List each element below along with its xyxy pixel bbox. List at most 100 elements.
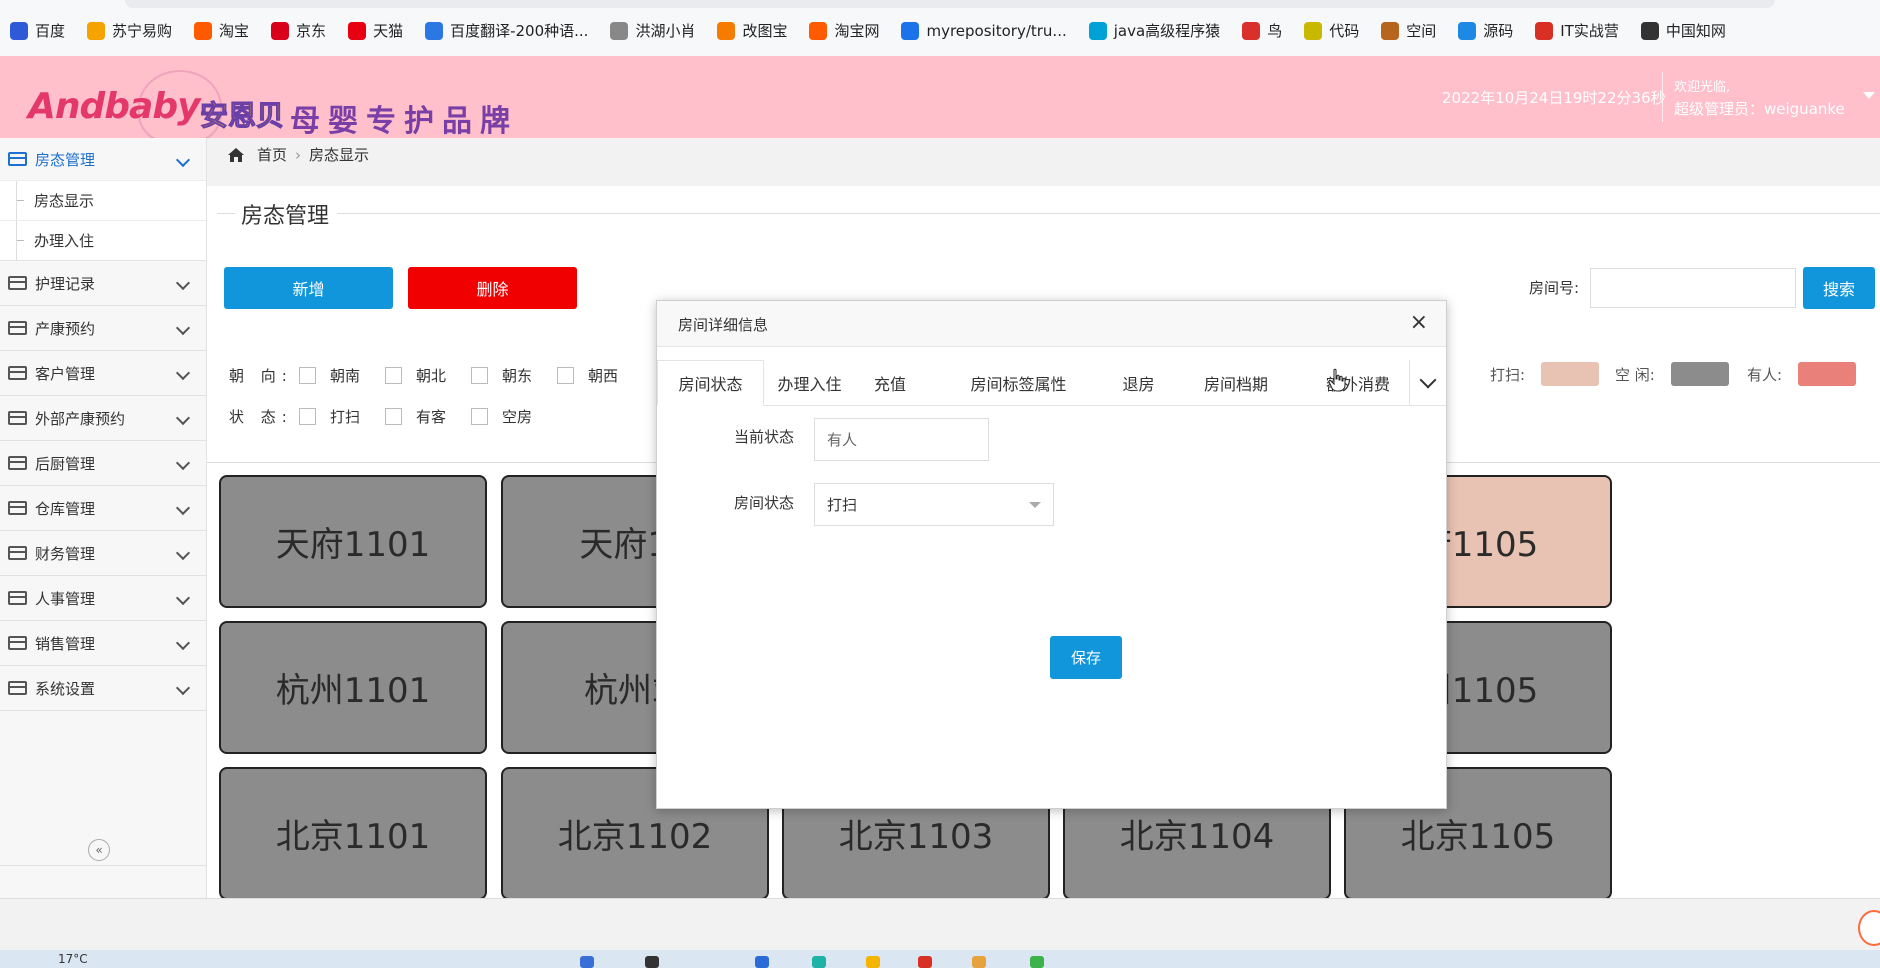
bookmark-item[interactable]: 淘宝 — [194, 20, 249, 41]
modal-tab[interactable]: 房间档期 — [1165, 360, 1307, 405]
direction-filter-label: 朝 向: — [229, 367, 293, 385]
sidebar-item[interactable]: 产康预约 — [0, 306, 206, 351]
delete-button[interactable]: 删除 — [408, 267, 577, 309]
checkbox[interactable] — [471, 367, 489, 384]
user-menu-caret-icon[interactable] — [1863, 92, 1875, 99]
sidebar-item[interactable]: 客户管理 — [0, 351, 206, 396]
bookmark-item[interactable]: 洪湖小肖 — [610, 20, 695, 41]
current-status-label: 当前状态 — [734, 428, 795, 446]
bookmark-item[interactable]: myrepository/tru... — [901, 20, 1067, 41]
checkbox[interactable] — [557, 367, 575, 384]
bird-icon — [610, 21, 629, 40]
bookmark-label: 洪湖小肖 — [635, 22, 696, 40]
folder-icon[interactable] — [972, 956, 986, 968]
modal-tab[interactable]: 额外消费 — [1307, 360, 1409, 405]
bookmark-item[interactable]: 空间 — [1381, 20, 1436, 41]
bookmark-item[interactable]: IT实战营 — [1535, 20, 1619, 41]
sidebar-item[interactable]: 人事管理 — [0, 576, 206, 621]
sidebar-item[interactable]: 护理记录 — [0, 261, 206, 306]
modal-tab[interactable]: 办理入住 — [764, 360, 855, 405]
modal-header: 房间详细信息 × — [657, 301, 1446, 347]
bookmark-item[interactable]: 苏宁易购 — [87, 20, 172, 41]
image-tool-icon — [717, 21, 736, 40]
search-button[interactable]: 搜索 — [1803, 267, 1875, 309]
app-icon[interactable] — [755, 956, 769, 968]
room-status-label: 房间状态 — [734, 494, 795, 512]
modal-tab[interactable]: 退房 — [1112, 360, 1165, 405]
bookmark-item[interactable]: 改图宝 — [717, 20, 787, 41]
add-button[interactable]: 新增 — [224, 267, 393, 309]
bookmark-item[interactable]: 百度 — [10, 20, 65, 41]
bookmark-label: 百度 — [35, 22, 66, 40]
checkbox[interactable] — [299, 408, 316, 425]
sidebar-item[interactable]: 销售管理 — [0, 621, 206, 666]
current-status-field[interactable]: 有人 — [814, 418, 989, 461]
modal-tab[interactable]: 房间状态 — [657, 360, 764, 406]
chevron-down-icon — [175, 410, 191, 426]
bookmark-item[interactable]: 源码 — [1458, 20, 1513, 41]
room-card[interactable]: 天府1101 — [219, 475, 487, 608]
save-button[interactable]: 保存 — [1050, 636, 1122, 679]
sidebar-item-label: 产康预约 — [35, 319, 96, 338]
filter-option[interactable]: 朝东 — [471, 365, 532, 386]
sidebar-item[interactable]: 房态管理 — [0, 138, 206, 180]
more-tabs-chevron-icon[interactable] — [1409, 360, 1446, 405]
close-icon[interactable]: × — [1410, 312, 1428, 334]
app-icon[interactable] — [918, 956, 932, 968]
filter-option[interactable]: 朝西 — [557, 365, 618, 386]
bookmark-item[interactable]: 代码 — [1304, 20, 1359, 41]
sidebar-subitem[interactable]: 房态显示 — [0, 180, 206, 220]
bookmark-item[interactable]: 中国知网 — [1640, 20, 1726, 41]
chrome-icon — [901, 21, 920, 40]
header-user[interactable]: 超级管理员：weiguanke — [1674, 98, 1845, 119]
start-icon[interactable] — [580, 956, 594, 968]
bookmark-item[interactable]: java高级程序猿 — [1088, 20, 1220, 41]
modal-tab[interactable]: 房间标签属性 — [925, 360, 1112, 405]
sidebar-collapse-button[interactable]: « — [88, 839, 110, 861]
bookmark-label: 鸟 — [1267, 22, 1283, 40]
taobao-icon — [194, 21, 213, 40]
room-number-input[interactable] — [1590, 268, 1796, 308]
chevron-down-icon — [175, 680, 191, 696]
filter-option[interactable]: 朝南 — [299, 365, 360, 386]
sidebar-item[interactable]: 后厨管理 — [0, 441, 206, 486]
filter-option-label: 朝西 — [588, 367, 619, 385]
bookmark-item[interactable]: 淘宝网 — [809, 20, 879, 41]
card-icon — [8, 152, 27, 166]
bookmark-item[interactable]: 鸟 — [1242, 20, 1282, 41]
taobao-icon — [809, 21, 828, 40]
app-icon[interactable] — [1030, 956, 1044, 968]
search-icon[interactable] — [645, 956, 659, 968]
sidebar-item[interactable]: 外部产康预约 — [0, 396, 206, 441]
filter-option[interactable]: 打扫 — [299, 406, 360, 427]
breadcrumb-home[interactable]: 首页 — [257, 144, 287, 165]
room-card[interactable]: 杭州1101 — [219, 621, 487, 754]
modal-tab[interactable]: 充值 — [855, 360, 925, 405]
checkbox[interactable] — [385, 408, 403, 425]
room-status-select[interactable]: 打扫 — [814, 483, 1054, 526]
checkbox[interactable] — [471, 408, 489, 425]
cnki-icon — [1640, 21, 1659, 40]
filter-option[interactable]: 朝北 — [385, 365, 446, 386]
room-status-value: 打扫 — [827, 496, 858, 514]
checkbox[interactable] — [299, 367, 316, 384]
sidebar-item-label: 人事管理 — [35, 589, 96, 608]
bookmark-item[interactable]: 天猫 — [348, 20, 403, 41]
tmall-icon — [348, 21, 367, 40]
checkbox[interactable] — [385, 367, 403, 384]
bookmark-item[interactable]: 百度翻译-200种语... — [425, 20, 588, 41]
filter-option-label: 朝北 — [416, 367, 447, 385]
sidebar-item[interactable]: 财务管理 — [0, 531, 206, 576]
bookmark-label: 空间 — [1406, 22, 1437, 40]
filter-option[interactable]: 有客 — [385, 406, 446, 427]
room-card[interactable]: 北京1101 — [219, 767, 487, 900]
legend-swatch — [1541, 362, 1600, 386]
chrome-icon[interactable] — [866, 956, 880, 968]
select-caret-icon — [1029, 502, 1041, 508]
bookmark-item[interactable]: 京东 — [271, 20, 326, 41]
sidebar-subitem[interactable]: 办理入住 — [0, 220, 206, 260]
sidebar-item[interactable]: 系统设置 — [0, 666, 206, 711]
sidebar-item[interactable]: 仓库管理 — [0, 486, 206, 531]
filter-option[interactable]: 空房 — [471, 406, 532, 427]
app-icon[interactable] — [812, 956, 826, 968]
